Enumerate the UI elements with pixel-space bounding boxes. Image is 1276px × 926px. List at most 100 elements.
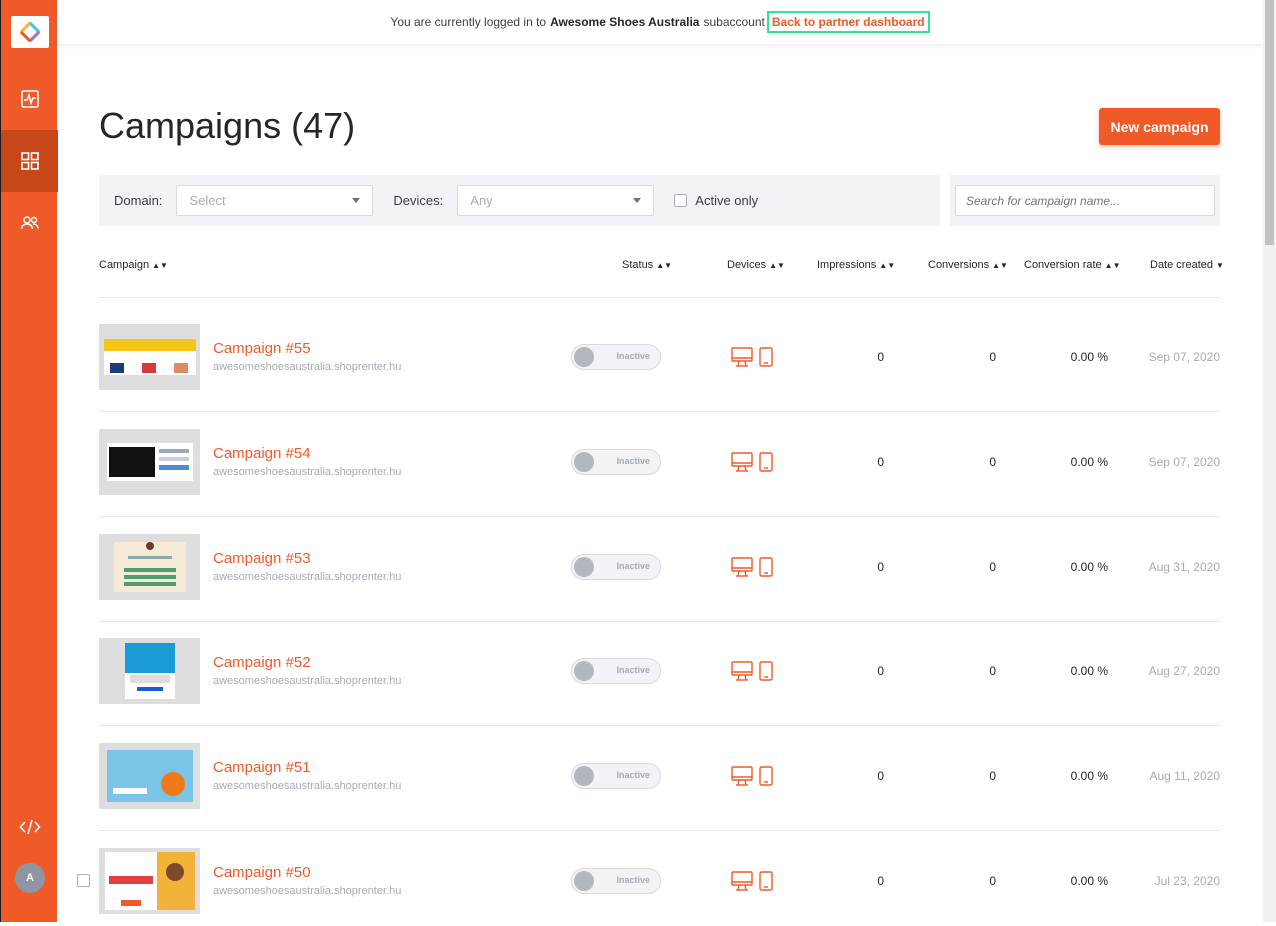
conversion-rate-value: 0.00 % — [1070, 874, 1108, 888]
date-created-value: Aug 31, 2020 — [1148, 559, 1220, 574]
campaign-thumbnail[interactable] — [99, 324, 200, 390]
toggle-knob — [574, 451, 594, 472]
active-only-checkbox[interactable] — [674, 194, 688, 207]
status-toggle[interactable]: Inactive — [571, 553, 661, 580]
analytics-icon — [20, 90, 39, 108]
mobile-icon — [759, 766, 773, 786]
conversions-value: 0 — [989, 559, 996, 574]
desktop-icon — [731, 766, 753, 786]
date-created-value: Aug 27, 2020 — [1148, 664, 1220, 679]
campaign-thumbnail[interactable] — [99, 533, 200, 600]
status-label: Inactive — [616, 770, 650, 781]
conversion-rate-value: 0.00 % — [1070, 664, 1108, 679]
status-label: Inactive — [616, 560, 650, 571]
active-only-label[interactable]: Active only — [695, 193, 758, 208]
desktop-icon — [731, 452, 753, 472]
campaign-domain: awesomeshoesaustralia.shoprenter.hu — [213, 361, 402, 373]
mobile-icon — [759, 871, 773, 891]
chevron-down-icon — [352, 198, 361, 203]
table-row[interactable]: Campaign #51 awesomeshoesaustralia.shopre… — [0, 717, 1263, 821]
nav-analytics[interactable] — [1, 68, 58, 130]
table-row[interactable]: Campaign #52 awesomeshoesaustralia.shopre… — [0, 612, 1263, 716]
impressions-value: 0 — [877, 769, 884, 784]
domain-label: Domain: — [114, 193, 163, 208]
conversions-value: 0 — [989, 350, 996, 364]
campaign-name-link[interactable]: Campaign #54 — [213, 445, 311, 462]
date-created-value: Jul 23, 2020 — [1154, 874, 1220, 888]
campaign-domain: awesomeshoesaustralia.shoprenter.hu — [213, 780, 402, 793]
campaign-thumbnail[interactable] — [99, 848, 200, 914]
column-header-status[interactable]: Status ▲▼ — [622, 259, 672, 271]
campaign-name-link[interactable]: Campaign #51 — [213, 759, 311, 776]
conversion-rate-value: 0.00 % — [1070, 559, 1108, 574]
column-header-impressions[interactable]: Impressions ▲▼ — [817, 259, 895, 271]
column-header-devices[interactable]: Devices ▲▼ — [727, 259, 785, 271]
column-header-conversion-rate[interactable]: Conversion rate ▲▼ — [1024, 259, 1121, 271]
status-label: Inactive — [616, 665, 650, 676]
toggle-knob — [574, 871, 594, 891]
status-toggle[interactable]: Inactive — [571, 868, 661, 894]
sort-icon: ▲▼ — [152, 261, 168, 270]
campaign-thumbnail[interactable] — [99, 743, 200, 810]
column-header-campaign[interactable]: Campaign ▲▼ — [99, 259, 168, 271]
campaigns-grid-icon — [20, 152, 39, 170]
banner-prefix: You are currently logged in to — [390, 15, 547, 29]
status-toggle[interactable]: Inactive — [571, 763, 661, 790]
conversion-rate-value: 0.00 % — [1070, 350, 1108, 364]
date-created-value: Sep 07, 2020 — [1148, 350, 1220, 364]
conversions-value: 0 — [989, 664, 996, 679]
toggle-knob — [574, 347, 594, 367]
impressions-value: 0 — [877, 454, 884, 469]
impressions-value: 0 — [877, 350, 884, 364]
device-icons — [731, 871, 773, 891]
campaign-name-link[interactable]: Campaign #55 — [213, 340, 311, 357]
table-row[interactable]: Campaign #54 awesomeshoesaustralia.shopre… — [0, 403, 1263, 507]
campaign-name-link[interactable]: Campaign #52 — [213, 654, 311, 671]
campaign-name-link[interactable]: Campaign #50 — [213, 864, 311, 881]
conversions-value: 0 — [989, 874, 996, 888]
app-logo[interactable] — [11, 16, 49, 48]
column-header-date-created[interactable]: Date created ▼ — [1150, 259, 1224, 271]
filter-bar: Domain: Select Devices: Any Active only — [99, 175, 940, 226]
status-toggle[interactable]: Inactive — [571, 344, 661, 370]
campaign-search-input[interactable] — [955, 185, 1215, 216]
sort-icon: ▲▼ — [769, 261, 785, 270]
table-row[interactable]: Campaign #55 awesomeshoesaustralia.shopre… — [0, 298, 1263, 402]
date-created-value: Aug 11, 2020 — [1149, 769, 1220, 784]
page-scrollbar[interactable] — [1263, 0, 1276, 922]
campaign-thumbnail[interactable] — [99, 638, 200, 705]
new-campaign-button[interactable]: New campaign — [1099, 108, 1220, 145]
back-to-partner-dashboard-link[interactable]: Back to partner dashboard — [766, 11, 930, 33]
status-toggle[interactable]: Inactive — [571, 448, 661, 475]
status-toggle[interactable]: Inactive — [571, 658, 661, 685]
conversion-rate-value: 0.00 % — [1070, 769, 1108, 784]
device-icons — [731, 766, 773, 786]
banner-account-name: Awesome Shoes Australia — [550, 15, 700, 29]
sort-icon: ▲▼ — [992, 261, 1008, 270]
device-icons — [731, 661, 773, 682]
column-header-conversions[interactable]: Conversions ▲▼ — [928, 259, 1008, 271]
campaign-name-link[interactable]: Campaign #53 — [213, 550, 311, 567]
table-row[interactable]: Campaign #53 awesomeshoesaustralia.shopre… — [0, 508, 1263, 612]
sort-icon: ▲▼ — [656, 261, 673, 270]
devices-select[interactable]: Any — [457, 185, 655, 216]
toggle-knob — [574, 766, 594, 787]
campaign-thumbnail[interactable] — [99, 428, 200, 495]
mobile-icon — [759, 452, 773, 472]
device-icons — [731, 556, 773, 577]
subaccount-banner: You are currently logged in to Awesome S… — [57, 0, 1263, 44]
conversions-value: 0 — [989, 454, 996, 469]
nav-users[interactable] — [1, 192, 58, 254]
scrollbar-thumb[interactable] — [1265, 0, 1274, 245]
desktop-icon — [731, 661, 753, 682]
devices-select-value: Any — [470, 193, 493, 208]
campaign-domain: awesomeshoesaustralia.shoprenter.hu — [213, 570, 402, 583]
banner-suffix: subaccount — [703, 15, 765, 29]
row-select-checkbox[interactable] — [77, 874, 90, 887]
nav-campaigns[interactable] — [1, 130, 58, 192]
domain-select[interactable]: Select — [176, 185, 374, 216]
mobile-icon — [759, 556, 773, 577]
chevron-down-icon — [633, 198, 642, 203]
table-row[interactable]: Campaign #50 awesomeshoesaustralia.shopre… — [0, 822, 1263, 926]
status-label: Inactive — [616, 875, 650, 885]
